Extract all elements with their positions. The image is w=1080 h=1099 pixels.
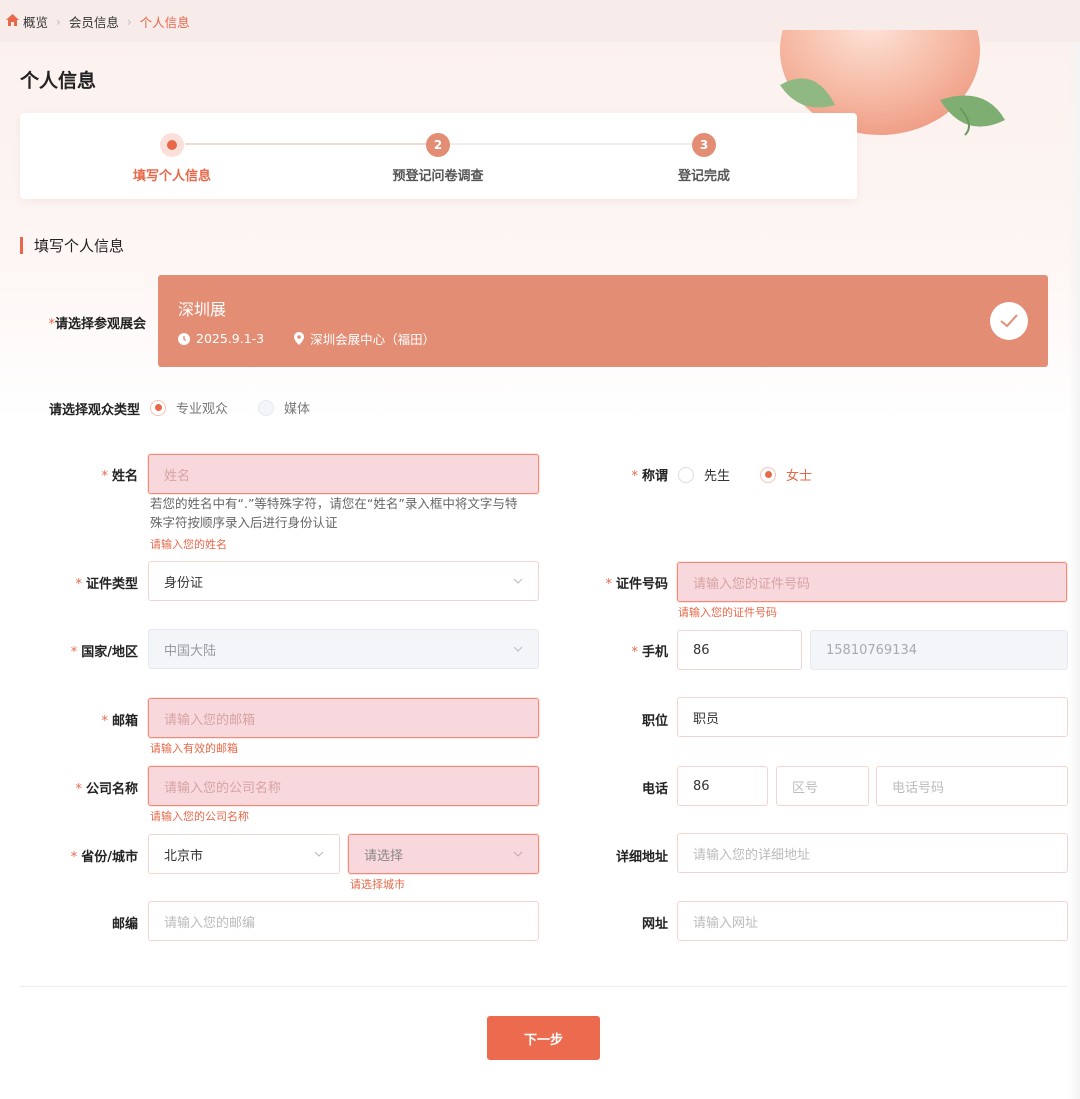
email-label: * 邮箱 — [101, 714, 138, 729]
step-3-number: 3 — [692, 133, 716, 157]
radio-ms-label[interactable]: 女士 — [786, 465, 812, 484]
address-input[interactable]: 请输入您的详细地址 — [677, 833, 1068, 873]
country-label: * 国家/地区 — [70, 645, 138, 660]
position-input[interactable]: 职员 — [677, 697, 1068, 737]
salutation-label: * 称谓 — [631, 469, 668, 484]
step-1-label: 填写个人信息 — [132, 169, 211, 184]
step-2-number: 2 — [426, 133, 450, 157]
divider — [20, 986, 1068, 987]
chevron-right-icon: › — [126, 14, 132, 29]
radio-mr-label[interactable]: 先生 — [704, 465, 730, 484]
province-label: * 省份/城市 — [70, 850, 138, 865]
id-type-label: * 证件类型 — [75, 577, 138, 592]
id-type-select[interactable]: 身份证 — [148, 561, 539, 601]
address-label: 详细地址 — [615, 850, 668, 865]
name-hint-line-2: 殊字符按顺序录入后进行身份认证 — [150, 515, 338, 530]
postcode-label: 邮编 — [111, 917, 138, 932]
company-error: 请输入您的公司名称 — [150, 810, 249, 823]
scrollbar-track[interactable] — [1068, 42, 1080, 1099]
phone-number-input[interactable]: 电话号码 — [876, 766, 1068, 806]
chevron-right-icon: › — [56, 14, 61, 29]
section-title: 填写个人信息 — [34, 237, 125, 255]
chevron-down-icon — [513, 578, 523, 584]
check-icon — [990, 302, 1028, 340]
chevron-down-icon — [513, 851, 523, 857]
expo-card-shenzhen[interactable]: 深圳展 2025.9.1-3 深圳会展中心（福田） — [158, 275, 1048, 367]
radio-professional[interactable] — [150, 399, 166, 416]
name-error: 请输入您的姓名 — [150, 538, 227, 551]
expo-location: 深圳会展中心（福田） — [310, 332, 436, 347]
page-title: 个人信息 — [20, 70, 97, 92]
breadcrumb: 概览 › 会员信息 › 个人信息 — [6, 12, 190, 31]
home-icon[interactable] — [6, 14, 23, 29]
mobile-code-input[interactable]: 86 — [677, 630, 802, 670]
radio-mr[interactable] — [678, 466, 694, 483]
location-pin-icon — [294, 332, 305, 345]
next-step-button[interactable]: 下一步 — [487, 1016, 600, 1060]
country-select[interactable]: 中国大陆 — [148, 629, 539, 669]
company-label: * 公司名称 — [75, 782, 138, 797]
id-number-error: 请输入您的证件号码 — [678, 606, 777, 619]
chevron-down-icon — [314, 851, 324, 857]
radio-media[interactable] — [258, 399, 275, 416]
mobile-label: * 手机 — [631, 645, 668, 660]
breadcrumb-home[interactable]: 概览 — [23, 12, 48, 31]
radio-ms[interactable] — [760, 466, 777, 483]
phone-label: 电话 — [641, 782, 668, 797]
website-input[interactable]: 请输入网址 — [677, 901, 1068, 941]
name-hint-line-1: 若您的姓名中有“.”等特殊字符，请您在“姓名”录入框中将文字与特 — [150, 496, 518, 511]
breadcrumb-current: 个人信息 — [139, 15, 190, 30]
radio-professional-label[interactable]: 专业观众 — [176, 398, 228, 417]
step-1-current-icon — [160, 133, 184, 157]
email-error: 请输入有效的邮箱 — [150, 742, 238, 755]
province-select[interactable]: 北京市 — [148, 834, 340, 874]
province-value: 北京市 — [164, 848, 204, 864]
expo-date: 2025.9.1-3 — [196, 331, 265, 346]
salutation-radio-group: 先生 女士 — [678, 465, 812, 484]
audience-radio-group: 专业观众 媒体 — [150, 398, 310, 417]
position-label: 职位 — [641, 714, 668, 729]
name-input[interactable]: 姓名 — [148, 454, 539, 494]
chevron-down-icon — [513, 646, 523, 652]
phone-area-input[interactable]: 区号 — [776, 766, 869, 806]
name-label: * 姓名 — [101, 469, 138, 484]
step-3-label: 登记完成 — [677, 169, 730, 184]
radio-media-label[interactable]: 媒体 — [284, 398, 310, 417]
step-connector — [450, 143, 705, 145]
clock-icon — [178, 332, 190, 345]
postcode-input[interactable]: 请输入您的邮编 — [148, 901, 539, 941]
id-type-value: 身份证 — [164, 575, 204, 591]
city-placeholder: 请选择 — [364, 848, 404, 864]
stepper: 2 3 填写个人信息 预登记问卷调查 登记完成 — [20, 113, 857, 199]
expo-name: 深圳展 — [178, 300, 227, 319]
step-connector — [185, 143, 440, 145]
city-select[interactable]: 请选择 — [348, 834, 539, 874]
country-value: 中国大陆 — [164, 643, 217, 659]
email-input[interactable]: 请输入您的邮箱 — [148, 698, 539, 738]
city-error: 请选择城市 — [350, 878, 405, 891]
mobile-number-input[interactable]: 15810769134 — [810, 630, 1068, 670]
expo-meta: 2025.9.1-3 深圳会展中心（福田） — [178, 329, 435, 348]
section-marker — [20, 237, 23, 254]
id-number-label: * 证件号码 — [605, 577, 668, 592]
step-2-label: 预登记问卷调查 — [392, 169, 484, 184]
id-number-input[interactable]: 请输入您的证件号码 — [677, 562, 1067, 602]
breadcrumb-member-info[interactable]: 会员信息 — [69, 12, 119, 31]
audience-label: 请选择观众类型 — [48, 403, 140, 418]
phone-code-input[interactable]: 86 — [677, 766, 768, 806]
expo-label: *请选择参观展会 — [48, 317, 146, 332]
website-label: 网址 — [641, 917, 668, 932]
company-input[interactable]: 请输入您的公司名称 — [148, 766, 539, 806]
